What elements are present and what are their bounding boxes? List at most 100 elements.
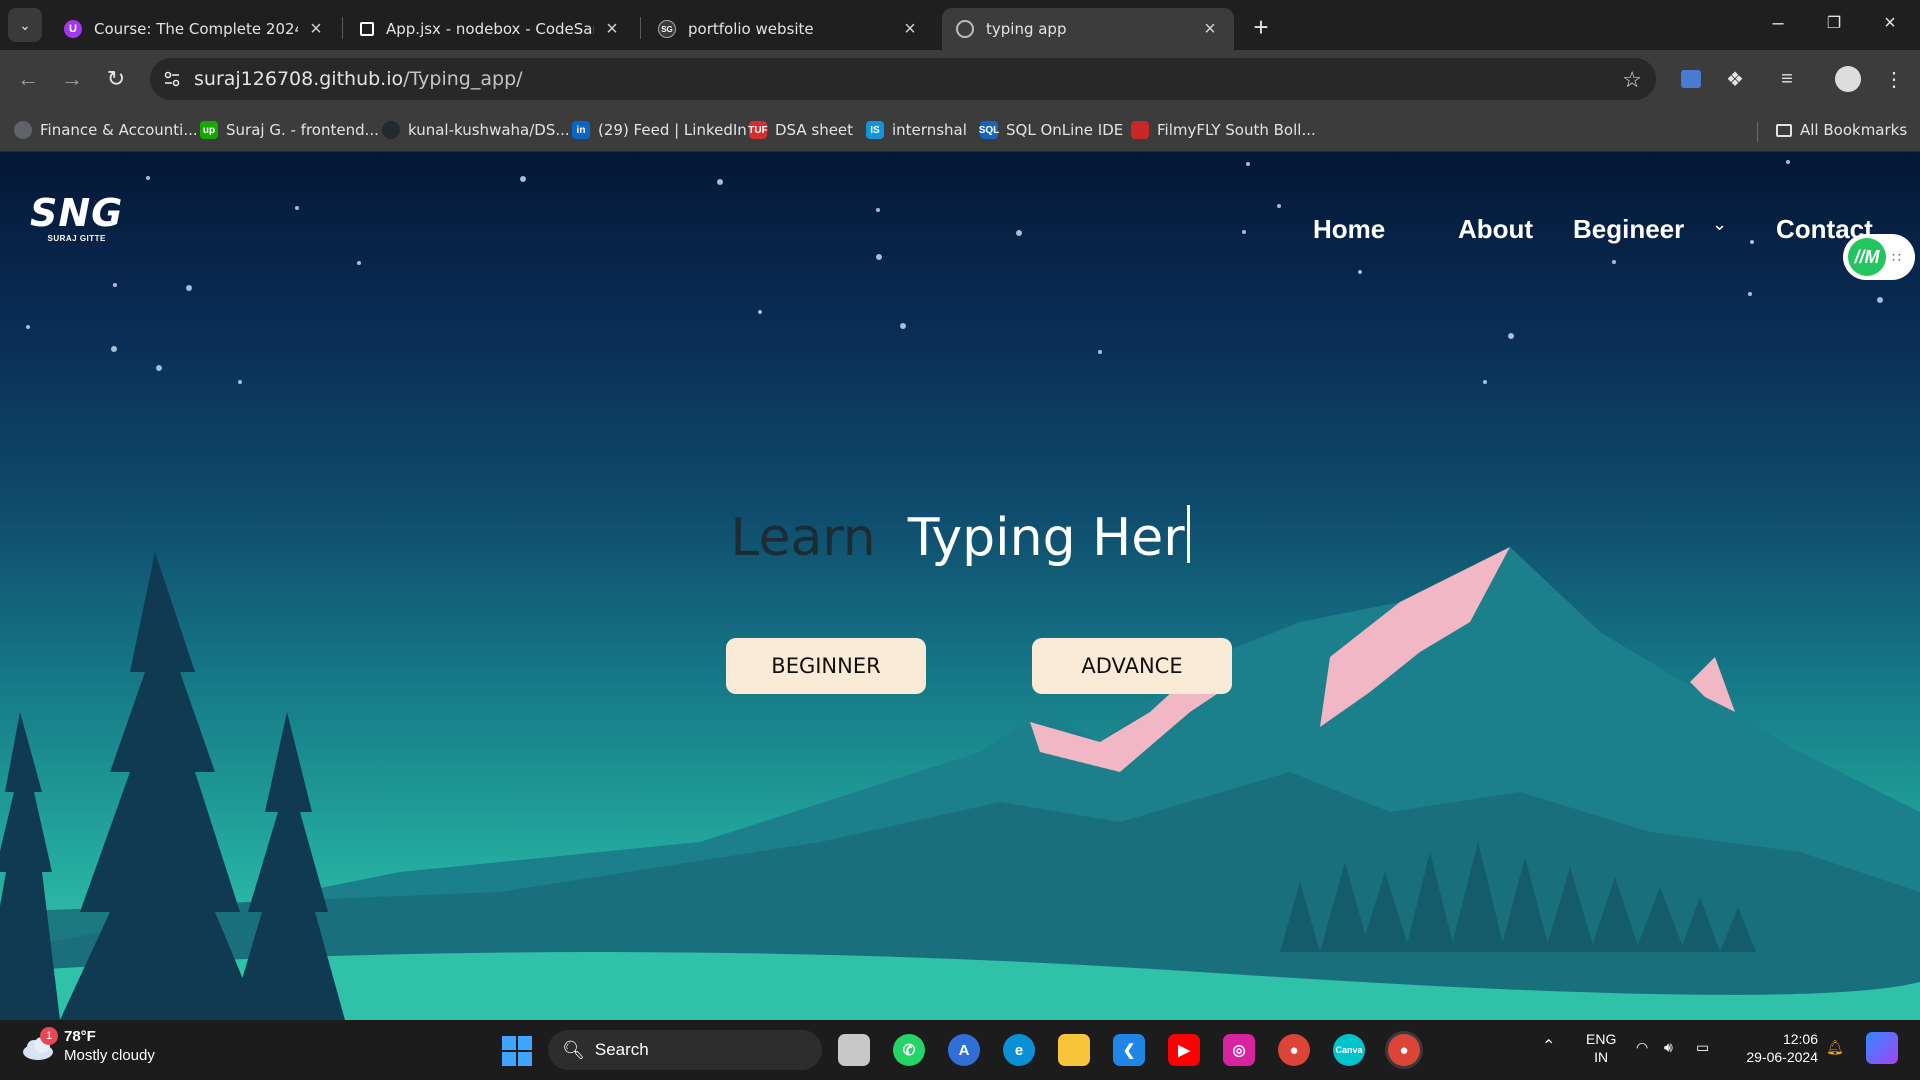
volume-icon[interactable]: 🔊︎: [1664, 1038, 1673, 1056]
address-bar[interactable]: suraj126708.github.io/Typing_app/ ☆: [150, 58, 1656, 100]
all-bookmarks-button[interactable]: All Bookmarks: [1776, 116, 1907, 144]
region-code: IN: [1594, 1049, 1609, 1065]
hero-static-word: Learn: [730, 508, 876, 568]
extensions-puzzle-icon[interactable]: ❖: [1721, 65, 1749, 93]
close-window-button[interactable]: ×: [1862, 0, 1918, 46]
internshala-icon: IS: [866, 121, 884, 139]
close-icon[interactable]: ×: [602, 18, 622, 40]
youtube-icon[interactable]: ▶: [1168, 1034, 1200, 1066]
menu-kebab-icon[interactable]: ⋮: [1880, 65, 1908, 93]
close-icon[interactable]: ×: [900, 18, 920, 40]
bookmark-label: internshal: [892, 121, 967, 139]
clock[interactable]: 12:06 29-06-2024: [1738, 1030, 1818, 1066]
site-logo[interactable]: SNG SURAJ GITTE: [30, 194, 123, 243]
chevron-down-icon[interactable]: ⌄: [1712, 214, 1727, 235]
bookmark-item[interactable]: in (29) Feed | LinkedIn: [572, 116, 747, 144]
url-host: suraj126708.github.io: [194, 68, 404, 90]
tab-portfolio[interactable]: SG portfolio website ×: [644, 8, 934, 50]
url-path: /Typing_app/: [403, 68, 523, 90]
chevron-down-icon: ⌄: [19, 16, 31, 33]
site-settings-icon[interactable]: [150, 70, 194, 88]
close-icon[interactable]: ×: [1200, 18, 1220, 40]
linkedin-icon: in: [572, 121, 590, 139]
copilot-icon[interactable]: [1866, 1032, 1898, 1064]
canva-icon[interactable]: Canva: [1333, 1034, 1365, 1066]
clock-time: 12:06: [1782, 1031, 1818, 1047]
bookmark-label: SQL OnLine IDE: [1006, 121, 1124, 139]
vscode-icon[interactable]: ❮: [1113, 1034, 1145, 1066]
bookmark-item[interactable]: SQL SQL OnLine IDE: [979, 116, 1124, 144]
filmyfly-icon: [1131, 121, 1149, 139]
bookmark-item[interactable]: up Suraj G. - frontend...: [200, 116, 379, 144]
sql-icon: SQL: [979, 121, 999, 139]
forward-button[interactable]: →: [56, 63, 88, 95]
translate-extension-icon[interactable]: [1677, 65, 1705, 93]
notification-bell-icon[interactable]: 🔔︎: [1826, 1038, 1844, 1056]
bookmark-label: (29) Feed | LinkedIn: [598, 121, 747, 139]
floating-extension-widget[interactable]: //M ∷: [1843, 234, 1915, 280]
bookmark-item[interactable]: Finance & Accounti...: [14, 116, 198, 144]
task-view-icon[interactable]: [838, 1034, 870, 1066]
nav-about[interactable]: About: [1458, 214, 1533, 245]
media-controls-icon[interactable]: ≡: [1773, 65, 1801, 93]
battery-icon[interactable]: ▭: [1696, 1038, 1709, 1056]
bookmark-item[interactable]: TUF DSA sheet: [748, 116, 854, 144]
wifi-icon[interactable]: ◠: [1636, 1038, 1648, 1056]
nav-home[interactable]: Home: [1313, 214, 1385, 245]
close-icon: ×: [1884, 11, 1896, 34]
pine-tree-medium: [230, 712, 345, 1020]
close-icon[interactable]: ×: [306, 18, 326, 40]
windows-taskbar: 1 78°F Mostly cloudy 🔍︎ Search ✆ A e ❮ ▶…: [0, 1020, 1920, 1080]
all-bookmarks-label: All Bookmarks: [1800, 121, 1908, 139]
bookmark-item[interactable]: IS internshal: [866, 116, 967, 144]
nav-level-dropdown[interactable]: Begineer: [1573, 214, 1684, 245]
globe-icon: [14, 121, 32, 139]
profile-avatar[interactable]: [1834, 65, 1862, 93]
site-icon: SG: [658, 20, 676, 38]
pine-tree-small: [0, 712, 60, 1020]
bookmarks-bar: Finance & Accounti... up Suraj G. - fronte…: [0, 108, 1920, 152]
beginner-button[interactable]: BEGINNER: [726, 638, 926, 694]
bookmark-star-icon[interactable]: ☆: [1622, 67, 1642, 93]
github-icon: [382, 121, 400, 139]
windows-start-icon[interactable]: [502, 1036, 532, 1066]
edge-icon[interactable]: e: [1003, 1034, 1035, 1066]
logo-subtitle: SURAJ GITTE: [47, 234, 106, 243]
app-store-icon[interactable]: A: [948, 1034, 980, 1066]
stars: [26, 160, 1883, 384]
tab-search-button[interactable]: ⌄: [8, 8, 42, 42]
bookmark-label: FilmyFLY South Boll...: [1157, 121, 1316, 139]
whatsapp-icon[interactable]: ✆: [893, 1034, 925, 1066]
taskbar-search[interactable]: 🔍︎ Search: [548, 1030, 822, 1070]
tab-title: typing app: [986, 20, 1067, 38]
instagram-icon[interactable]: ◎: [1223, 1034, 1255, 1066]
restore-icon: ❐: [1826, 15, 1842, 32]
chrome-active-icon[interactable]: ●: [1388, 1034, 1420, 1066]
weather-widget[interactable]: 1 78°F Mostly cloudy: [20, 1027, 155, 1066]
chrome-icon[interactable]: ●: [1278, 1034, 1310, 1066]
restore-button[interactable]: ❐: [1806, 0, 1862, 46]
language-code: ENG: [1586, 1031, 1617, 1047]
reload-button[interactable]: ↻: [100, 63, 132, 95]
bookmark-label: kunal-kushwaha/DS...: [408, 121, 570, 139]
advance-button[interactable]: ADVANCE: [1032, 638, 1232, 694]
arrow-left-icon: ←: [17, 66, 39, 91]
tab-udemy-course[interactable]: U Course: The Complete 2024 We ×: [50, 8, 340, 50]
clock-date: 29-06-2024: [1746, 1049, 1818, 1065]
bookmark-item[interactable]: kunal-kushwaha/DS...: [382, 116, 570, 144]
language-indicator[interactable]: ENG IN: [1586, 1030, 1616, 1066]
typing-caret: [1186, 505, 1190, 563]
tab-codesandbox[interactable]: App.jsx - nodebox - CodeSandb ×: [346, 8, 636, 50]
search-label: Search: [594, 1040, 649, 1059]
show-hidden-icons-chevron[interactable]: ⌃: [1542, 1038, 1555, 1056]
bookmark-item[interactable]: FilmyFLY South Boll...: [1131, 116, 1316, 144]
file-explorer-icon[interactable]: [1058, 1034, 1090, 1066]
back-button[interactable]: ←: [12, 63, 44, 95]
drag-handle-icon[interactable]: ∷: [1892, 250, 1901, 264]
new-tab-button[interactable]: +: [1247, 12, 1275, 42]
weather-condition: Mostly cloudy: [64, 1047, 155, 1064]
codesandbox-icon: [360, 22, 374, 36]
tab-typing-app[interactable]: typing app ×: [942, 8, 1234, 50]
minimize-button[interactable]: –: [1750, 0, 1806, 46]
bookmark-label: DSA sheet: [775, 121, 854, 139]
